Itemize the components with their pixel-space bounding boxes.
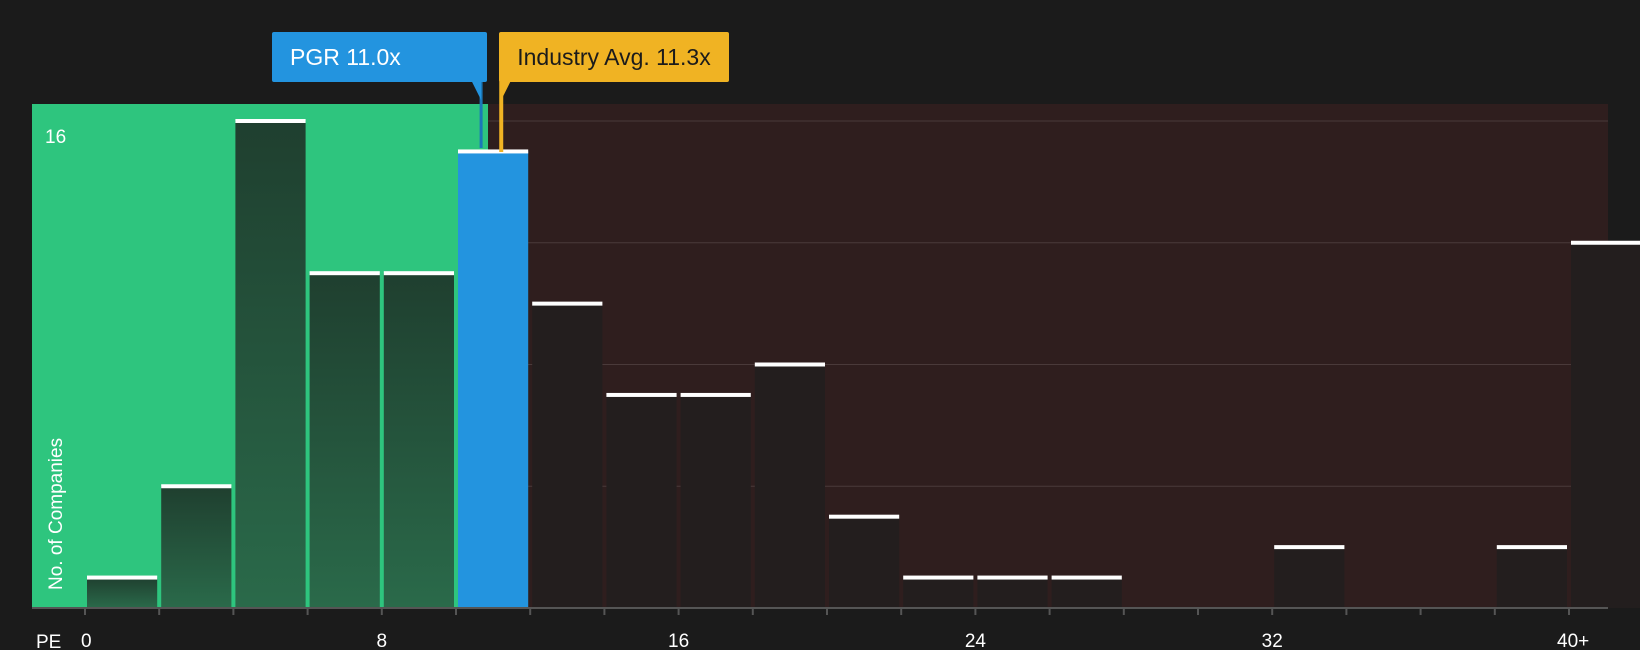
bar-cap [829, 514, 900, 519]
bar-cap [309, 271, 380, 276]
bar-cap [680, 392, 751, 397]
y-tick-label: 16 [45, 127, 66, 148]
x-tick-label: 40+ [1557, 631, 1589, 650]
company-marker-pointer [471, 80, 482, 100]
histogram-bar [1051, 577, 1122, 608]
bar-cap [458, 149, 529, 154]
bar-cap [754, 362, 825, 367]
bar-cap [606, 392, 677, 397]
bar-cap [383, 271, 454, 276]
bar-cap [1571, 240, 1640, 245]
bar-cap [977, 575, 1048, 580]
company-name: PGR [290, 44, 340, 70]
industry-label: Industry Avg. [517, 44, 650, 70]
x-tick-label: 8 [377, 631, 388, 650]
bar-cap [532, 301, 603, 306]
histogram-bar [1571, 242, 1640, 608]
histogram-bar [1274, 547, 1345, 608]
histogram-bar [458, 151, 529, 608]
bar-cap [1051, 575, 1122, 580]
histogram-bar [161, 486, 232, 608]
histogram-bar [1496, 547, 1567, 608]
histogram-bar [977, 577, 1048, 608]
histogram-bar [606, 394, 677, 608]
x-tick-label: 16 [668, 631, 689, 650]
pe-distribution-chart: 0 8 16 24 32 40+ 16 No. of Companies PE PGR 11… [0, 0, 1640, 650]
bar-cap [87, 575, 158, 580]
histogram-bar [309, 273, 380, 608]
bar-cap [1496, 545, 1567, 550]
bar-cap [161, 484, 232, 489]
industry-pe-value: 11.3x [656, 44, 711, 70]
x-tick-label: 24 [965, 631, 987, 650]
histogram-bar [532, 303, 603, 608]
bar-cap [903, 575, 974, 580]
x-tick-label: 0 [81, 631, 92, 650]
histogram-bar [235, 121, 306, 608]
chart-svg: 0 8 16 24 32 40+ 16 No. of Companies PE [32, 80, 1640, 650]
x-tick-label: 32 [1262, 631, 1283, 650]
y-axis-label: No. of Companies [46, 438, 67, 590]
histogram-bar [383, 273, 454, 608]
company-pe-value: 11.0x [346, 44, 401, 70]
histogram-bar [87, 577, 158, 608]
x-axis-label: PE [36, 632, 61, 650]
histogram-bar [903, 577, 974, 608]
histogram-bar [829, 516, 900, 608]
histogram-bar [680, 394, 751, 608]
bar-cap [1274, 545, 1345, 550]
company-pe-callout: PGR 11.0x [272, 32, 488, 82]
histogram-bar [754, 364, 825, 608]
bar-cap [235, 119, 306, 123]
industry-marker-pointer [501, 80, 512, 100]
industry-avg-callout: Industry Avg. 11.3x [499, 32, 729, 82]
